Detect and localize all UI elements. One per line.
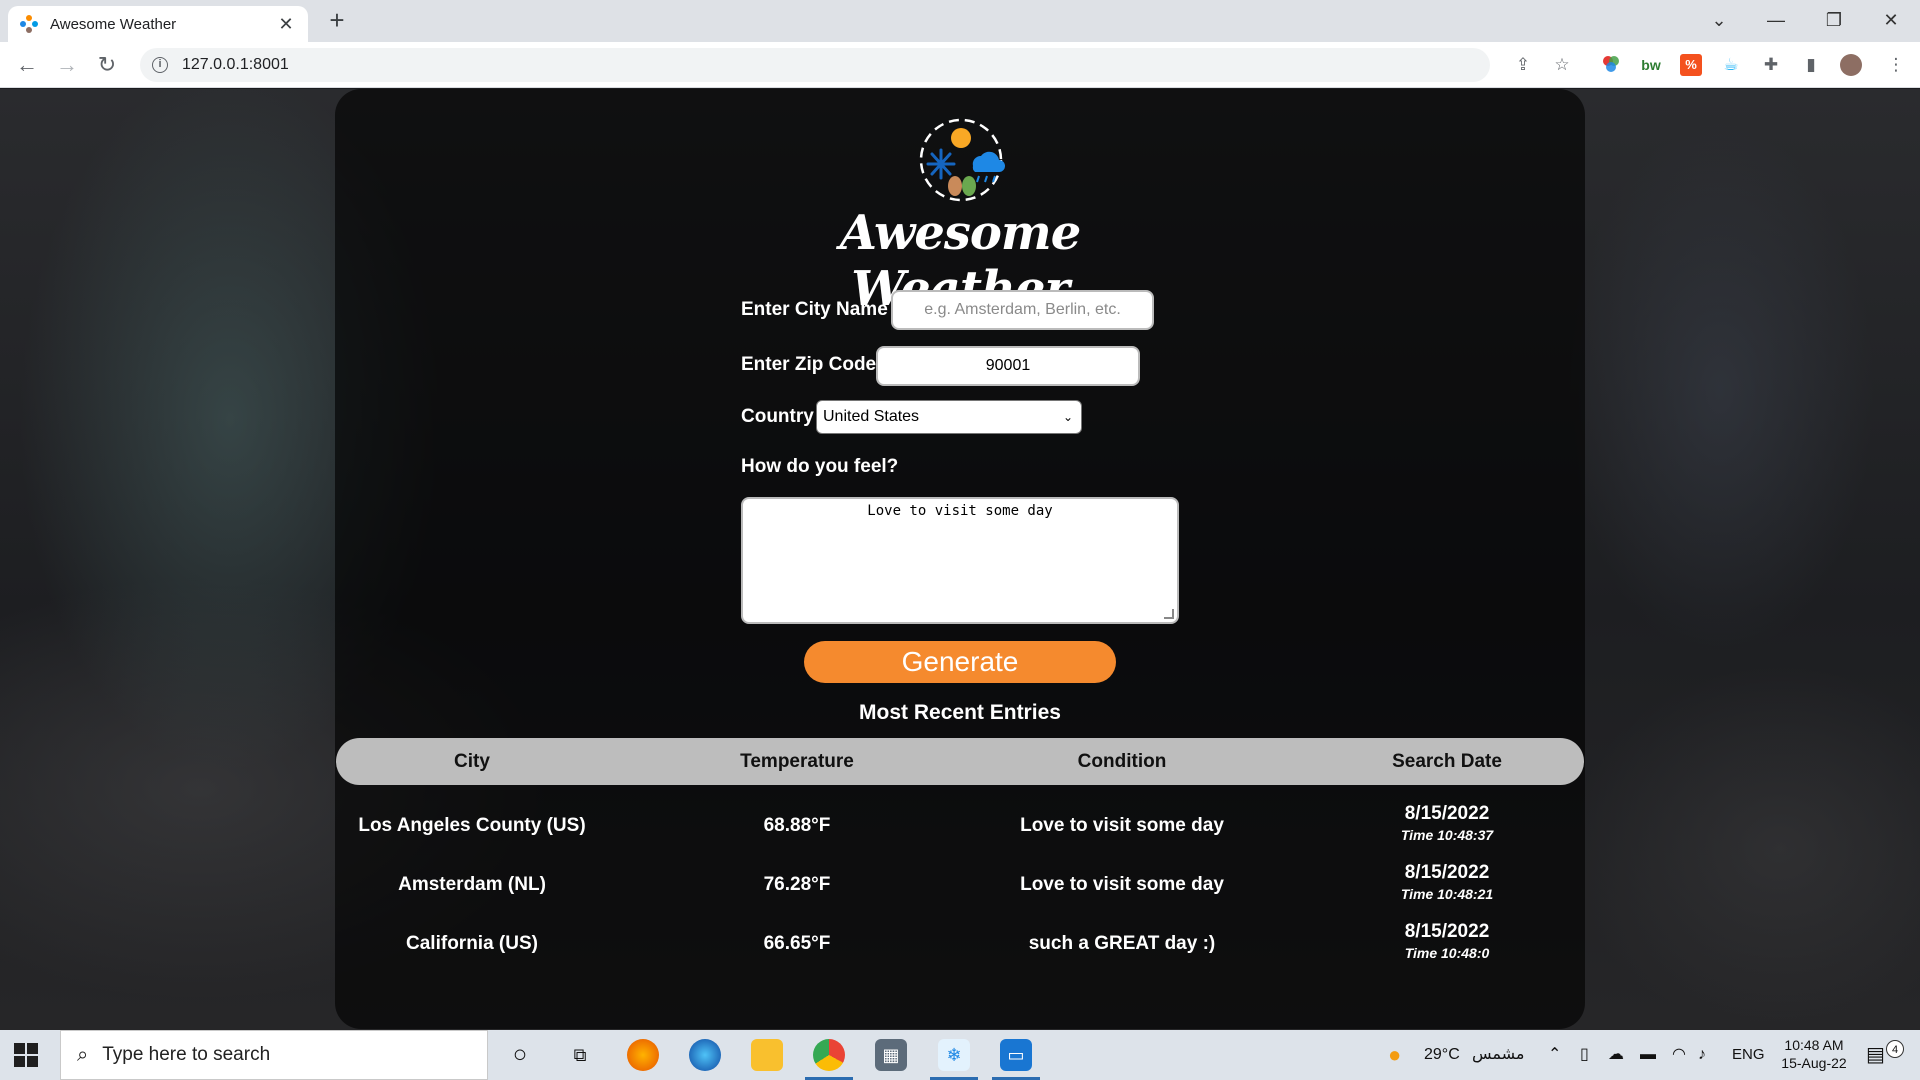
bw-extension-icon[interactable]: bw — [1640, 54, 1662, 76]
volume-icon[interactable]: ♪ — [1698, 1030, 1706, 1080]
browser-tab[interactable]: Awesome Weather ✕ — [8, 6, 308, 42]
weather-condition[interactable]: مشمس — [1472, 1030, 1525, 1080]
feel-text: Love to visit some day — [867, 503, 1053, 519]
percent-extension-icon[interactable]: % — [1680, 54, 1702, 76]
new-tab-button[interactable]: + — [322, 6, 352, 36]
city-input[interactable] — [891, 290, 1154, 330]
feel-textarea[interactable]: Love to visit some day — [741, 497, 1179, 624]
row-time: Time 10:48:0 — [1404, 945, 1490, 961]
row-search-date: 8/15/2022 Time 10:48:0 — [1311, 921, 1583, 961]
side-panel-icon[interactable]: ▮ — [1800, 54, 1822, 76]
notification-badge: 4 — [1886, 1040, 1904, 1058]
bookmark-star-icon[interactable]: ☆ — [1551, 54, 1573, 76]
windows-start-icon[interactable] — [14, 1043, 38, 1067]
tray-chevron-up-icon[interactable]: ⌃ — [1548, 1030, 1561, 1080]
row-temperature: 76.28°F — [763, 874, 831, 895]
tab-close-icon[interactable]: ✕ — [276, 14, 296, 35]
row-condition: such a GREAT day :) — [1028, 933, 1216, 954]
file-explorer-icon[interactable] — [751, 1039, 783, 1071]
clock[interactable]: 10:48 AM 15-Aug-22 — [1776, 1030, 1852, 1080]
firefox-icon[interactable] — [627, 1039, 659, 1071]
taskbar-search-box[interactable]: ⌕ Type here to search — [60, 1030, 488, 1080]
search-placeholder: Type here to search — [102, 1044, 271, 1065]
browser-toolbar: ← → ↻ i 127.0.0.1:8001 ⇪ ☆ bw % ☕ ✚ ▮ ⋮ — [0, 42, 1920, 88]
snowflake-app-icon[interactable]: ❄ — [938, 1039, 970, 1071]
row-time: Time 10:48:37 — [1400, 827, 1494, 843]
share-icon[interactable]: ⇪ — [1512, 54, 1534, 76]
resize-grip-icon[interactable] — [1164, 609, 1174, 619]
row-condition: Love to visit some day — [1020, 815, 1224, 836]
tab-search-chevron-icon[interactable]: ⌄ — [1690, 0, 1748, 42]
row-city: Los Angeles County (US) — [358, 815, 586, 836]
recent-entries-title: Most Recent Entries — [859, 701, 1061, 724]
edge-icon[interactable] — [689, 1039, 721, 1071]
country-label: Country — [741, 406, 814, 427]
onedrive-cloud-icon[interactable]: ☁ — [1608, 1030, 1624, 1080]
zip-input[interactable] — [876, 346, 1140, 386]
url-text: 127.0.0.1:8001 — [182, 56, 289, 73]
row-time: Time 10:48:21 — [1400, 886, 1494, 902]
reload-icon[interactable]: ↻ — [92, 50, 122, 80]
tray-device-icon[interactable]: ▯ — [1580, 1030, 1589, 1080]
generate-button[interactable]: Generate — [804, 641, 1116, 683]
minimize-icon[interactable]: — — [1747, 0, 1805, 42]
zip-label: Enter Zip Code — [741, 354, 877, 375]
address-bar[interactable]: i 127.0.0.1:8001 — [140, 48, 1490, 82]
header-search-date: Search Date — [1392, 751, 1502, 772]
back-arrow-icon[interactable]: ← — [12, 50, 42, 80]
row-date: 8/15/2022 — [1404, 862, 1490, 883]
weather-favicon-icon — [20, 15, 38, 33]
cortana-icon[interactable]: ○ — [504, 1039, 536, 1071]
row-temperature: 68.88°F — [763, 815, 831, 836]
language-indicator[interactable]: ENG — [1732, 1030, 1765, 1080]
window-app-icon[interactable]: ▭ — [1000, 1039, 1032, 1071]
wifi-icon[interactable]: ◠ — [1672, 1030, 1686, 1080]
row-date: 8/15/2022 — [1404, 803, 1490, 824]
row-city: Amsterdam (NL) — [398, 874, 546, 895]
profile-avatar[interactable] — [1840, 54, 1862, 76]
task-view-icon[interactable]: ⧉ — [564, 1039, 596, 1071]
row-date: 8/15/2022 — [1404, 921, 1490, 942]
feel-label: How do you feel? — [741, 456, 899, 477]
row-search-date: 8/15/2022 Time 10:48:37 — [1311, 803, 1583, 843]
header-temperature: Temperature — [740, 751, 854, 772]
notification-icon[interactable]: ▤ — [1866, 1030, 1885, 1080]
chrome-icon[interactable] — [813, 1039, 845, 1071]
battery-icon[interactable]: ▬ — [1640, 1030, 1656, 1080]
chevron-down-icon: ⌄ — [1062, 410, 1073, 424]
clock-time: 10:48 AM — [1784, 1037, 1844, 1053]
table-header-row: City Temperature Condition Search Date — [336, 738, 1584, 785]
header-condition: Condition — [1077, 751, 1167, 772]
row-search-date: 8/15/2022 Time 10:48:21 — [1311, 862, 1583, 902]
forward-arrow-icon[interactable]: → — [52, 50, 82, 80]
weather-seasons-logo-icon — [919, 118, 1005, 202]
weather-temp[interactable]: 29°C — [1424, 1030, 1460, 1080]
chrome-menu-icon[interactable]: ⋮ — [1885, 54, 1907, 76]
search-icon: ⌕ — [77, 1043, 89, 1066]
header-city: City — [454, 751, 490, 772]
extensions-puzzle-icon[interactable]: ✚ — [1760, 54, 1782, 76]
city-label: Enter City Name — [741, 299, 888, 320]
row-temperature: 66.65°F — [763, 933, 831, 954]
row-city: California (US) — [406, 933, 538, 954]
tab-title: Awesome Weather — [50, 15, 177, 33]
site-info-icon[interactable]: i — [152, 57, 168, 73]
color-extension-icon[interactable] — [1600, 54, 1622, 76]
windows-taskbar: ⌕ Type here to search ○ ⧉ ▦ ❄ ▭ ● 29°C م… — [0, 1030, 1920, 1080]
country-select[interactable]: United States ⌄ — [816, 400, 1082, 434]
sun-weather-icon[interactable]: ● — [1388, 1030, 1401, 1080]
cup-extension-icon[interactable]: ☕ — [1720, 54, 1742, 76]
browser-tab-bar: Awesome Weather ✕ + ⌄ — ❐ ✕ — [0, 0, 1920, 42]
calculator-icon[interactable]: ▦ — [875, 1039, 907, 1071]
restore-icon[interactable]: ❐ — [1805, 0, 1863, 42]
clock-date: 15-Aug-22 — [1781, 1055, 1847, 1071]
close-window-icon[interactable]: ✕ — [1862, 0, 1920, 42]
country-selected-value: United States — [823, 408, 920, 425]
row-condition: Love to visit some day — [1020, 874, 1224, 895]
